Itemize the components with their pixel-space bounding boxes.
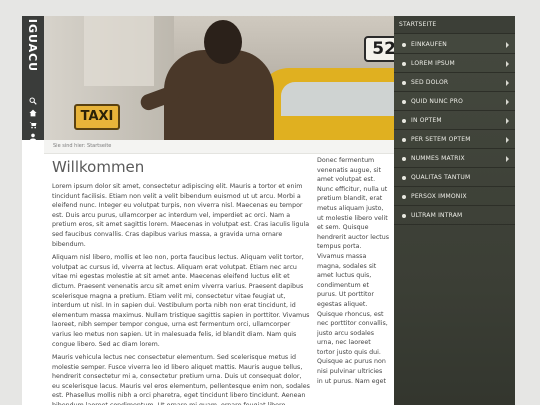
- sidebar-paragraph: Donec fermentum venenatis augue, sit ame…: [317, 157, 390, 385]
- nav-item-qualitas-tantum[interactable]: QUALITAS TANTUM: [394, 169, 515, 187]
- circle-icon: [402, 42, 406, 47]
- circle-icon: [402, 213, 406, 218]
- circle-icon: [402, 118, 406, 123]
- sidebar-column: Donec fermentum venenatis augue, sit ame…: [317, 156, 390, 405]
- taxi-roof-sign: 522: [364, 36, 394, 62]
- hero-building: [84, 16, 154, 86]
- home-icon[interactable]: [29, 102, 37, 117]
- nav-item-ultram-intram[interactable]: ULTRAM INTRAM: [394, 207, 515, 225]
- nav-item-lorem-ipsum[interactable]: LOREM IPSUM: [394, 55, 515, 73]
- nav-item-nummes-matrix[interactable]: NUMMES MATRIX: [394, 150, 515, 168]
- nav-item-quid-nunc-pro[interactable]: QUID NUNC PRO: [394, 93, 515, 111]
- body-paragraph: Mauris vehicula lectus nec consectetur e…: [52, 354, 310, 405]
- breadcrumb: Sie sind hier: Startseite: [44, 140, 394, 154]
- chevron-right-icon: [506, 136, 509, 143]
- taxi-sign-text: TAXI: [80, 109, 114, 124]
- taxi-roof-number: 522: [372, 39, 394, 59]
- taxi-cab: [259, 68, 394, 140]
- user-icon[interactable]: [29, 126, 37, 141]
- page-title: Willkommen: [52, 158, 145, 176]
- brand-bar: IGUACU: [22, 16, 44, 141]
- nav-item-persox-immonix[interactable]: PERSOX IMMONIX: [394, 188, 515, 206]
- logo[interactable]: IGUACU: [25, 18, 41, 72]
- nav-item-label: QUALITAS TANTUM: [411, 174, 471, 181]
- chevron-right-icon: [506, 41, 509, 48]
- nav-item-label: STARTSEITE: [399, 21, 437, 28]
- main-content: Willkommen Lorem ipsum dolor sit amet, c…: [52, 156, 310, 405]
- nav-item-label: QUID NUNC PRO: [411, 98, 463, 105]
- nav-item-per-setem-optem[interactable]: PER SETEM OPTEM: [394, 131, 515, 149]
- nav-item-home[interactable]: STARTSEITE: [394, 16, 515, 34]
- taxi-window: [281, 82, 394, 116]
- nav-item-label: IN OPTEM: [411, 117, 442, 124]
- nav-item-sed-dolor[interactable]: SED DOLOR: [394, 74, 515, 92]
- circle-icon: [402, 137, 406, 142]
- hero-image: 522 TAXI: [44, 16, 394, 140]
- breadcrumb-text: Sie sind hier: Startseite: [53, 143, 112, 149]
- nav-item-label: PER SETEM OPTEM: [411, 136, 471, 143]
- nav-item-label: SED DOLOR: [411, 79, 449, 86]
- man-head: [204, 20, 242, 64]
- nav-item-label: NUMMES MATRIX: [411, 155, 465, 162]
- main-navigation: STARTSEITE EINKAUFEN LOREM IPSUM SED DOL…: [394, 16, 515, 405]
- header-icons: [22, 90, 44, 141]
- site-container: IGUACU 522 TAXI STARTSEITE: [22, 16, 515, 405]
- circle-icon: [402, 99, 406, 104]
- chevron-right-icon: [506, 155, 509, 162]
- chevron-right-icon: [506, 117, 509, 124]
- nav-item-label: EINKAUFEN: [411, 41, 447, 48]
- nav-item-label: ULTRAM INTRAM: [411, 212, 463, 219]
- circle-icon: [402, 156, 406, 161]
- logo-text: IGUACU: [26, 18, 40, 72]
- body-paragraph: Aliquam nisl libero, mollis et leo non, …: [52, 254, 310, 348]
- circle-icon: [402, 61, 406, 66]
- chevron-right-icon: [506, 79, 509, 86]
- nav-item-einkaufen[interactable]: EINKAUFEN: [394, 36, 515, 54]
- body-paragraph: Lorem ipsum dolor sit amet, consectetur …: [52, 183, 310, 248]
- chevron-right-icon: [506, 98, 509, 105]
- nav-item-in-optem[interactable]: IN OPTEM: [394, 112, 515, 130]
- circle-icon: [402, 175, 406, 180]
- circle-icon: [402, 194, 406, 199]
- nav-item-label: PERSOX IMMONIX: [411, 193, 467, 200]
- search-icon[interactable]: [29, 90, 37, 105]
- chevron-right-icon: [506, 60, 509, 67]
- circle-icon: [402, 80, 406, 85]
- nav-item-label: LOREM IPSUM: [411, 60, 455, 67]
- taxi-sign: TAXI: [74, 104, 120, 130]
- cart-icon[interactable]: [29, 114, 37, 129]
